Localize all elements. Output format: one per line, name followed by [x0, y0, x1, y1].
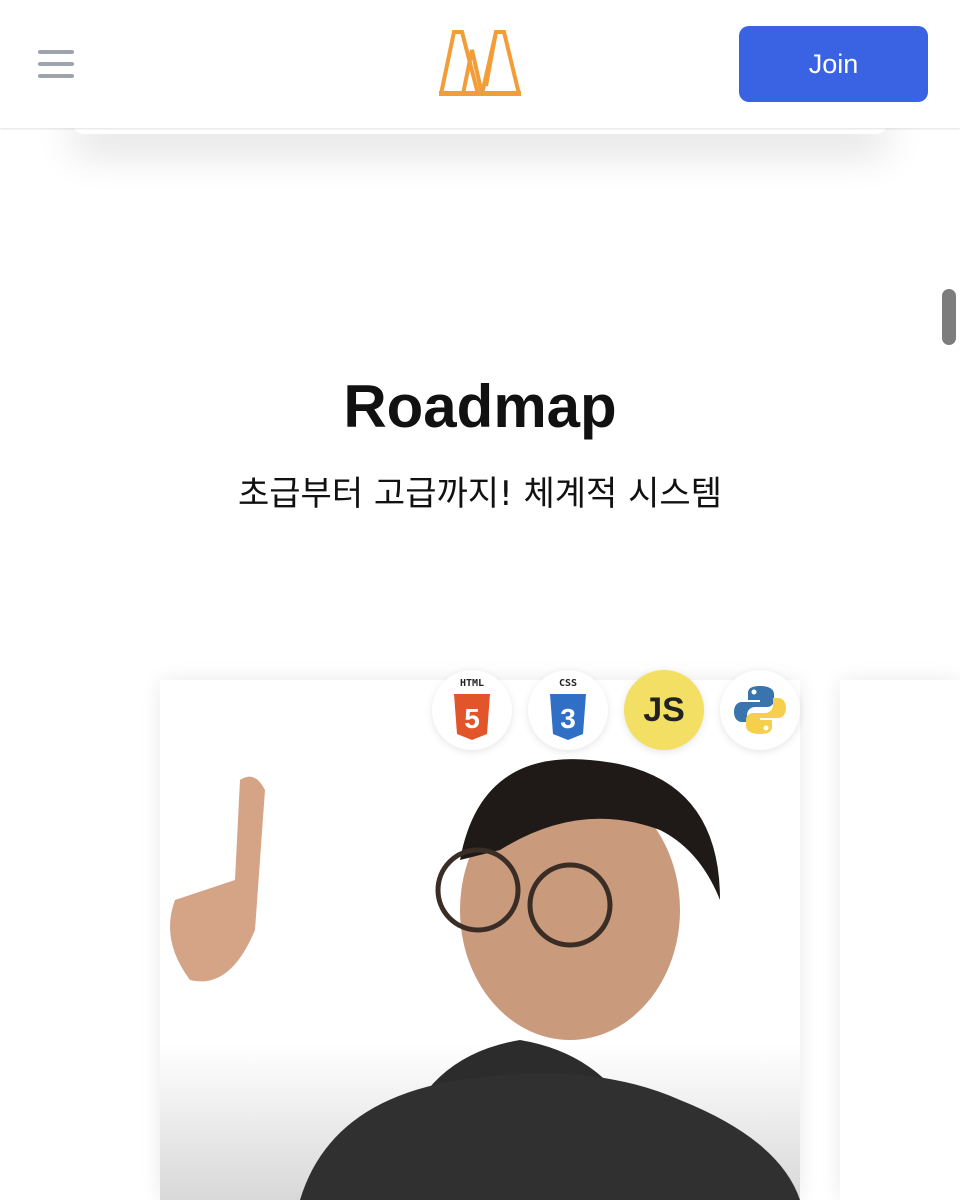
- top-nav: Join: [0, 0, 960, 128]
- hamburger-menu-icon[interactable]: [36, 48, 76, 80]
- instructor-photo: [170, 759, 800, 1200]
- join-button[interactable]: Join: [739, 26, 928, 102]
- roadmap-card[interactable]: [160, 680, 800, 1200]
- javascript-icon: JS: [624, 670, 704, 750]
- html5-icon: HTML 5: [432, 670, 512, 750]
- svg-text:3: 3: [560, 703, 576, 734]
- logo-icon[interactable]: [438, 30, 522, 98]
- scrollbar-thumb[interactable]: [942, 289, 956, 345]
- roadmap-card-next[interactable]: [840, 680, 960, 1200]
- css3-icon: CSS 3: [528, 670, 608, 750]
- svg-text:5: 5: [464, 703, 480, 734]
- python-icon: [720, 670, 800, 750]
- section-subtitle: 초급부터 고급까지! 체계적 시스템: [238, 474, 722, 514]
- section-title: Roadmap: [343, 373, 617, 440]
